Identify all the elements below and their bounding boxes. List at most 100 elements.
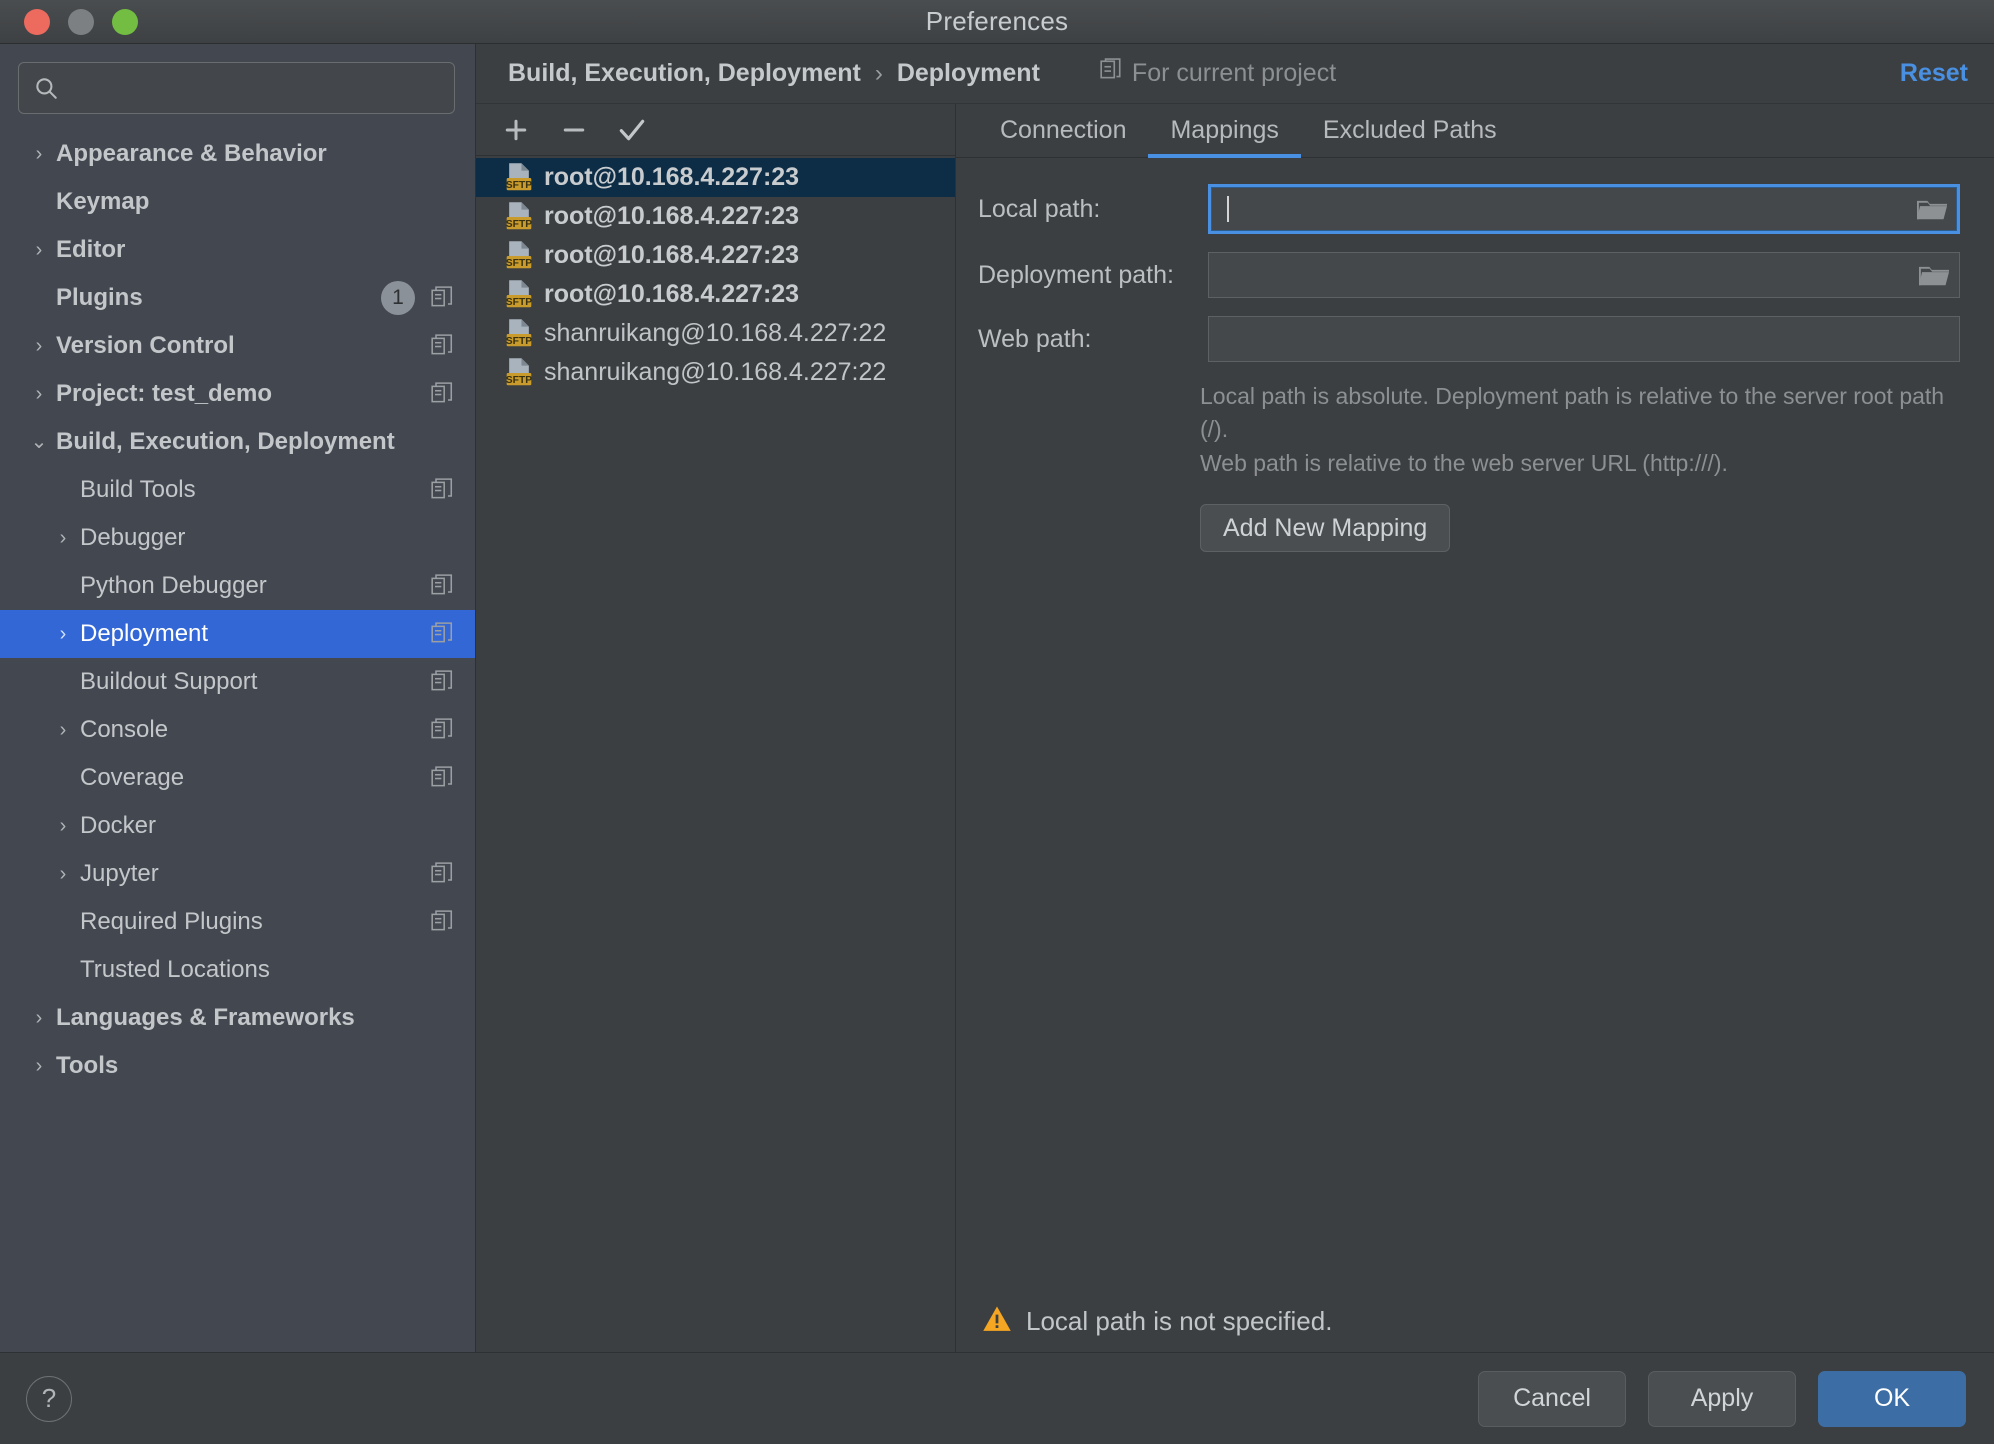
local-path-label: Local path: <box>978 195 1208 224</box>
hint-line-1: Local path is absolute. Deployment path … <box>1200 380 1960 447</box>
sidebar-item-required-plugins[interactable]: Required Plugins <box>0 898 475 946</box>
chevron-down-icon[interactable]: ⌄ <box>22 432 56 452</box>
search-icon <box>33 75 59 101</box>
sftp-server-icon: SFTP <box>504 318 534 350</box>
sidebar-item-console[interactable]: ›Console <box>0 706 475 754</box>
server-name-label: shanruikang@10.168.4.227:22 <box>544 358 886 387</box>
reset-link[interactable]: Reset <box>1900 59 1968 88</box>
copy-settings-icon[interactable] <box>431 622 453 646</box>
sidebar-item-label: Docker <box>80 812 453 840</box>
status-bar: Local path is not specified. <box>956 1290 1994 1352</box>
chevron-right-icon[interactable]: › <box>46 624 80 644</box>
server-list-item[interactable]: SFTProot@10.168.4.227:23 <box>476 275 955 314</box>
server-list-item[interactable]: SFTPshanruikang@10.168.4.227:22 <box>476 353 955 392</box>
sidebar-item-label: Coverage <box>80 764 431 792</box>
sidebar-item-deployment[interactable]: ›Deployment <box>0 610 475 658</box>
tab-mappings[interactable]: Mappings <box>1148 104 1300 157</box>
search-input[interactable] <box>69 75 440 101</box>
chevron-right-icon[interactable]: › <box>22 1056 56 1076</box>
copy-settings-icon[interactable] <box>431 862 453 886</box>
sidebar-item-debugger[interactable]: ›Debugger <box>0 514 475 562</box>
chevron-right-icon[interactable]: › <box>22 240 56 260</box>
server-list-item[interactable]: SFTProot@10.168.4.227:23 <box>476 236 955 275</box>
help-button[interactable]: ? <box>26 1376 72 1422</box>
sidebar-item-languages-frameworks[interactable]: ›Languages & Frameworks <box>0 994 475 1042</box>
server-list-item[interactable]: SFTProot@10.168.4.227:23 <box>476 197 955 236</box>
sidebar-item-buildout-support[interactable]: Buildout Support <box>0 658 475 706</box>
deployment-path-input[interactable] <box>1208 252 1960 298</box>
chevron-right-icon[interactable]: › <box>46 816 80 836</box>
chevron-right-icon[interactable]: › <box>22 1008 56 1028</box>
mappings-hint: Local path is absolute. Deployment path … <box>1200 380 1960 480</box>
sidebar-item-label: Version Control <box>56 332 431 360</box>
text-caret <box>1227 196 1229 222</box>
sidebar-item-coverage[interactable]: Coverage <box>0 754 475 802</box>
copy-settings-icon[interactable] <box>431 718 453 742</box>
sidebar-item-plugins[interactable]: Plugins1 <box>0 274 475 322</box>
chevron-right-icon[interactable]: › <box>46 528 80 548</box>
sidebar-item-keymap[interactable]: Keymap <box>0 178 475 226</box>
copy-settings-icon[interactable] <box>431 382 453 406</box>
copy-settings-icon[interactable] <box>431 910 453 934</box>
browse-folder-icon[interactable] <box>1917 197 1945 221</box>
remove-server-button[interactable] <box>548 108 600 152</box>
sidebar-item-version-control[interactable]: ›Version Control <box>0 322 475 370</box>
main-area: Build, Execution, Deployment › Deploymen… <box>476 44 1994 1352</box>
sidebar-item-trusted-locations[interactable]: Trusted Locations <box>0 946 475 994</box>
warning-text: Local path is not specified. <box>1026 1306 1332 1337</box>
sidebar-item-tools[interactable]: ›Tools <box>0 1042 475 1090</box>
apply-button[interactable]: Apply <box>1648 1371 1796 1427</box>
warning-icon <box>982 1305 1012 1338</box>
sidebar-item-label: Plugins <box>56 284 381 312</box>
sidebar-item-build-tools[interactable]: Build Tools <box>0 466 475 514</box>
server-list: SFTProot@10.168.4.227:23SFTProot@10.168.… <box>476 156 955 1352</box>
sidebar-item-project-test-demo[interactable]: ›Project: test_demo <box>0 370 475 418</box>
web-path-input[interactable] <box>1208 316 1960 362</box>
sidebar-item-build-execution-deployment[interactable]: ⌄Build, Execution, Deployment <box>0 418 475 466</box>
sidebar-item-python-debugger[interactable]: Python Debugger <box>0 562 475 610</box>
sidebar-item-label: Keymap <box>56 188 453 216</box>
local-path-input[interactable] <box>1208 184 1960 234</box>
tab-connection[interactable]: Connection <box>978 104 1148 157</box>
settings-tree: ›Appearance & BehaviorKeymap›EditorPlugi… <box>0 126 475 1352</box>
ok-button[interactable]: OK <box>1818 1371 1966 1427</box>
copy-settings-icon[interactable] <box>431 574 453 598</box>
chevron-right-icon[interactable]: › <box>46 864 80 884</box>
sidebar-item-appearance-behavior[interactable]: ›Appearance & Behavior <box>0 130 475 178</box>
add-new-mapping-button[interactable]: Add New Mapping <box>1200 504 1450 552</box>
chevron-right-icon[interactable]: › <box>46 720 80 740</box>
copy-settings-icon[interactable] <box>431 478 453 502</box>
server-list-toolbar <box>476 104 955 156</box>
tab-excluded-paths[interactable]: Excluded Paths <box>1301 104 1519 157</box>
server-list-item[interactable]: SFTPshanruikang@10.168.4.227:22 <box>476 314 955 353</box>
settings-sidebar: ›Appearance & BehaviorKeymap›EditorPlugi… <box>0 44 476 1352</box>
chevron-right-icon[interactable]: › <box>22 336 56 356</box>
server-list-item[interactable]: SFTProot@10.168.4.227:23 <box>476 158 955 197</box>
sidebar-item-label: Tools <box>56 1052 453 1080</box>
breadcrumb-item-root[interactable]: Build, Execution, Deployment <box>508 59 861 88</box>
copy-settings-icon[interactable] <box>431 670 453 694</box>
browse-folder-icon[interactable] <box>1919 263 1947 287</box>
add-server-button[interactable] <box>490 108 542 152</box>
sidebar-item-docker[interactable]: ›Docker <box>0 802 475 850</box>
set-default-server-button[interactable] <box>606 108 658 152</box>
breadcrumb-separator-icon: › <box>875 60 883 88</box>
cancel-button[interactable]: Cancel <box>1478 1371 1626 1427</box>
preferences-window: Preferences ›Appearance & BehaviorKeymap… <box>0 0 1994 1444</box>
sidebar-item-editor[interactable]: ›Editor <box>0 226 475 274</box>
sidebar-item-label: Build Tools <box>80 476 431 504</box>
sftp-server-icon: SFTP <box>504 162 534 194</box>
sidebar-item-label: Required Plugins <box>80 908 431 936</box>
search-box[interactable] <box>18 62 455 114</box>
chevron-right-icon[interactable]: › <box>22 144 56 164</box>
svg-text:SFTP: SFTP <box>506 218 533 229</box>
server-list-pane: SFTProot@10.168.4.227:23SFTProot@10.168.… <box>476 104 956 1352</box>
footer-actions: Cancel Apply OK <box>1478 1371 1966 1427</box>
copy-settings-icon[interactable] <box>431 766 453 790</box>
sidebar-item-label: Jupyter <box>80 860 431 888</box>
sidebar-item-label: Appearance & Behavior <box>56 140 453 168</box>
sidebar-item-jupyter[interactable]: ›Jupyter <box>0 850 475 898</box>
copy-settings-icon[interactable] <box>431 286 453 310</box>
copy-settings-icon[interactable] <box>431 334 453 358</box>
chevron-right-icon[interactable]: › <box>22 384 56 404</box>
